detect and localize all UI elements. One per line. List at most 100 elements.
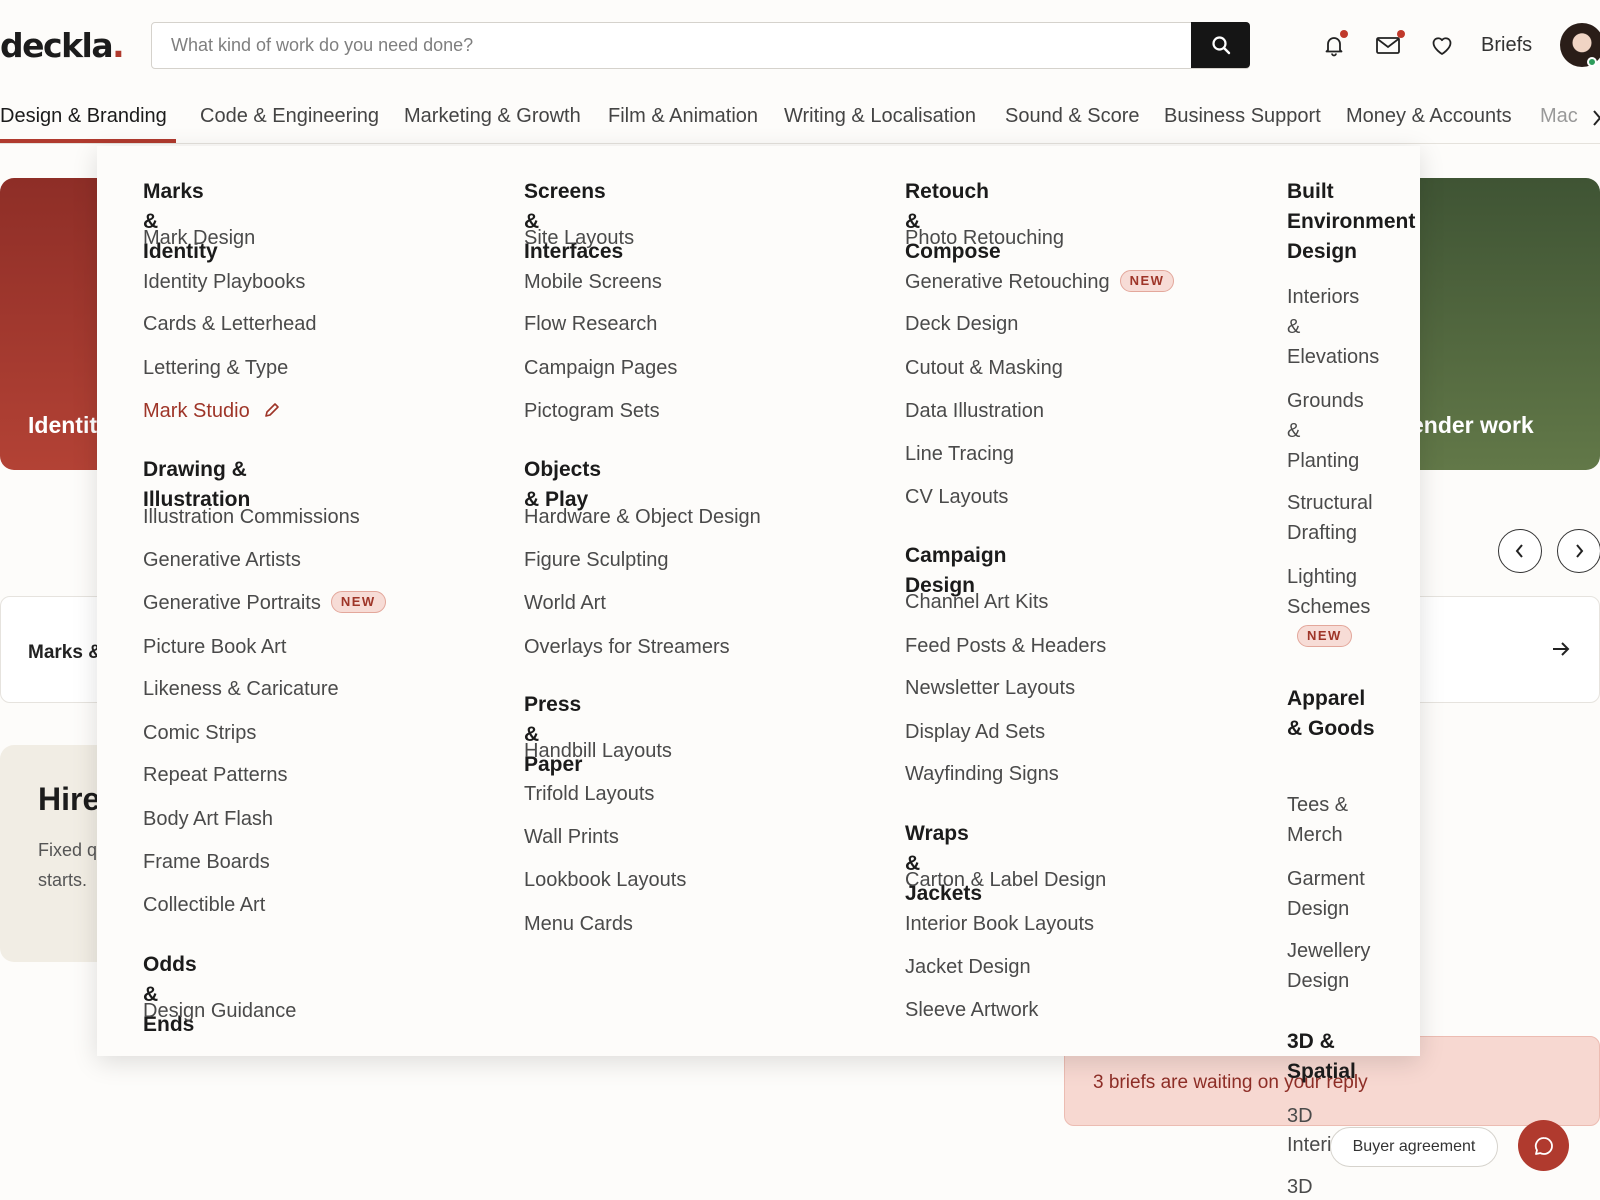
- pencil-icon: [265, 403, 280, 417]
- menu-heading[interactable]: Screens & Interfaces: [524, 177, 623, 267]
- menu-item[interactable]: Jewellery Design: [1287, 936, 1397, 996]
- tab-business-support[interactable]: Business Support: [1164, 105, 1321, 138]
- menu-heading[interactable]: Retouch & Compose: [905, 177, 1001, 267]
- menu-item[interactable]: Interior Book Layouts: [905, 910, 1094, 938]
- menu-heading[interactable]: Built Environment Design: [1287, 177, 1427, 267]
- tab-code-engineering[interactable]: Code & Engineering: [200, 105, 379, 138]
- tab-writing-localisation[interactable]: Writing & Localisation: [784, 105, 976, 138]
- menu-item[interactable]: Interi: [1287, 1130, 1331, 1160]
- menu-item[interactable]: Structural Drafting: [1287, 488, 1397, 548]
- search-input[interactable]: [152, 23, 1192, 67]
- menu-item[interactable]: Lettering & Type: [143, 354, 288, 382]
- menu-item[interactable]: Identity Playbooks: [143, 268, 305, 296]
- menu-item[interactable]: Feed Posts & Headers: [905, 632, 1106, 660]
- menu-item[interactable]: Handbill Layouts: [524, 737, 672, 765]
- menu-item[interactable]: 3D: [1287, 1172, 1313, 1200]
- menu-item[interactable]: Frame Boards: [143, 848, 270, 876]
- notification-dot: [1340, 30, 1348, 38]
- menu-item[interactable]: Newsletter Layouts: [905, 674, 1075, 702]
- menu-item[interactable]: Design Guidance: [143, 997, 296, 1025]
- deckla-logo[interactable]: deckla.: [0, 26, 125, 65]
- menu-item[interactable]: Comic Strips: [143, 719, 256, 747]
- arrow-right-icon: [1553, 642, 1570, 656]
- menu-item[interactable]: Cards & Letterhead: [143, 310, 316, 338]
- tab-truncated[interactable]: Mac: [1540, 105, 1578, 138]
- menu-item[interactable]: Grounds & Planting: [1287, 386, 1377, 476]
- tab-sound-score[interactable]: Sound & Score: [1005, 105, 1140, 138]
- menu-item-mark-studio[interactable]: Mark Studio: [143, 397, 281, 425]
- menu-item[interactable]: Line Tracing: [905, 440, 1014, 468]
- category-mega-menu: Marks & Identity Mark Design Identity Pl…: [97, 146, 1420, 1056]
- menu-item[interactable]: 3D: [1287, 1101, 1313, 1131]
- chat-button[interactable]: [1518, 1120, 1569, 1171]
- menu-heading[interactable]: Press & Paper: [524, 690, 582, 780]
- menu-item[interactable]: Generative Retouching NEW: [905, 268, 1175, 296]
- menu-heading[interactable]: Wraps & Jackets: [905, 819, 982, 909]
- menu-item[interactable]: Body Art Flash: [143, 805, 273, 833]
- briefs-link[interactable]: Briefs: [1481, 34, 1532, 57]
- favorites-button[interactable]: [1427, 30, 1457, 60]
- menu-item[interactable]: Mark Design: [143, 224, 255, 252]
- category-nav: Design & Branding Code & Engineering Mar…: [0, 96, 1600, 144]
- tab-money-accounts[interactable]: Money & Accounts: [1346, 105, 1512, 138]
- menu-heading[interactable]: Odds & Ends: [143, 950, 197, 1040]
- menu-item[interactable]: Hardware & Object Design: [524, 503, 761, 531]
- menu-item[interactable]: Cutout & Masking: [905, 354, 1063, 382]
- buyer-agreement-button[interactable]: Buyer agreement: [1330, 1127, 1498, 1167]
- online-status-dot: [1587, 57, 1597, 67]
- menu-item[interactable]: Lighting Schemes NEW: [1287, 562, 1397, 652]
- menu-item[interactable]: Sleeve Artwork: [905, 996, 1038, 1024]
- menu-item[interactable]: Illustration Commissions: [143, 503, 360, 531]
- new-badge: NEW: [330, 591, 386, 613]
- menu-item[interactable]: Flow Research: [524, 310, 657, 338]
- menu-item[interactable]: Deck Design: [905, 310, 1018, 338]
- menu-item[interactable]: Jacket Design: [905, 953, 1031, 981]
- menu-heading[interactable]: Apparel & Goods: [1287, 684, 1377, 744]
- menu-heading[interactable]: Marks & Identity: [143, 177, 218, 267]
- menu-item[interactable]: Mobile Screens: [524, 268, 662, 296]
- menu-item[interactable]: Data Illustration: [905, 397, 1044, 425]
- menu-item[interactable]: Trifold Layouts: [524, 780, 654, 808]
- menu-item[interactable]: Generative Portraits NEW: [143, 589, 386, 617]
- chevron-left-icon: [1515, 544, 1523, 558]
- menu-item[interactable]: Channel Art Kits: [905, 588, 1048, 616]
- menu-item[interactable]: World Art: [524, 589, 606, 617]
- menu-item[interactable]: Garment Design: [1287, 864, 1377, 924]
- menu-item[interactable]: Wall Prints: [524, 823, 619, 851]
- tab-marketing-growth[interactable]: Marketing & Growth: [404, 105, 581, 138]
- tab-design-branding[interactable]: Design & Branding: [0, 105, 167, 138]
- menu-item[interactable]: Repeat Patterns: [143, 761, 288, 789]
- menu-item[interactable]: CV Layouts: [905, 483, 1008, 511]
- menu-heading[interactable]: 3D & Spatial: [1287, 1027, 1377, 1087]
- menu-item[interactable]: Overlays for Streamers: [524, 633, 730, 661]
- chevron-right-icon: [1576, 544, 1584, 558]
- menu-item[interactable]: Likeness & Caricature: [143, 675, 339, 703]
- carousel-next-button[interactable]: [1557, 529, 1600, 573]
- chat-bubble-icon: [1534, 1136, 1553, 1155]
- menu-item[interactable]: Figure Sculpting: [524, 546, 669, 574]
- menu-item[interactable]: Collectible Art: [143, 891, 265, 919]
- menu-item[interactable]: Campaign Pages: [524, 354, 677, 382]
- menu-item[interactable]: Lookbook Layouts: [524, 866, 686, 894]
- search-button[interactable]: [1191, 22, 1250, 68]
- notifications-button[interactable]: [1319, 30, 1349, 60]
- menu-item[interactable]: Tees & Merch: [1287, 790, 1367, 850]
- menu-item[interactable]: Interiors & Elevations: [1287, 282, 1379, 372]
- menu-item[interactable]: Site Layouts: [524, 224, 634, 252]
- carousel-prev-button[interactable]: [1498, 529, 1542, 573]
- menu-item[interactable]: Photo Retouching: [905, 224, 1064, 252]
- user-avatar[interactable]: [1560, 23, 1600, 67]
- menu-item[interactable]: Generative Artists: [143, 546, 301, 574]
- menu-item[interactable]: Display Ad Sets: [905, 718, 1045, 746]
- hire-title: Hire: [38, 781, 101, 817]
- menu-item[interactable]: Carton & Label Design: [905, 866, 1106, 894]
- mail-icon: [1376, 37, 1400, 54]
- chevron-right-icon[interactable]: [1592, 109, 1600, 127]
- active-tab-underline: [0, 139, 176, 143]
- messages-button[interactable]: [1373, 30, 1405, 60]
- menu-item[interactable]: Pictogram Sets: [524, 397, 660, 425]
- menu-item[interactable]: Picture Book Art: [143, 633, 286, 661]
- tab-film-animation[interactable]: Film & Animation: [608, 105, 758, 138]
- menu-item[interactable]: Wayfinding Signs: [905, 760, 1059, 788]
- menu-item[interactable]: Menu Cards: [524, 910, 633, 938]
